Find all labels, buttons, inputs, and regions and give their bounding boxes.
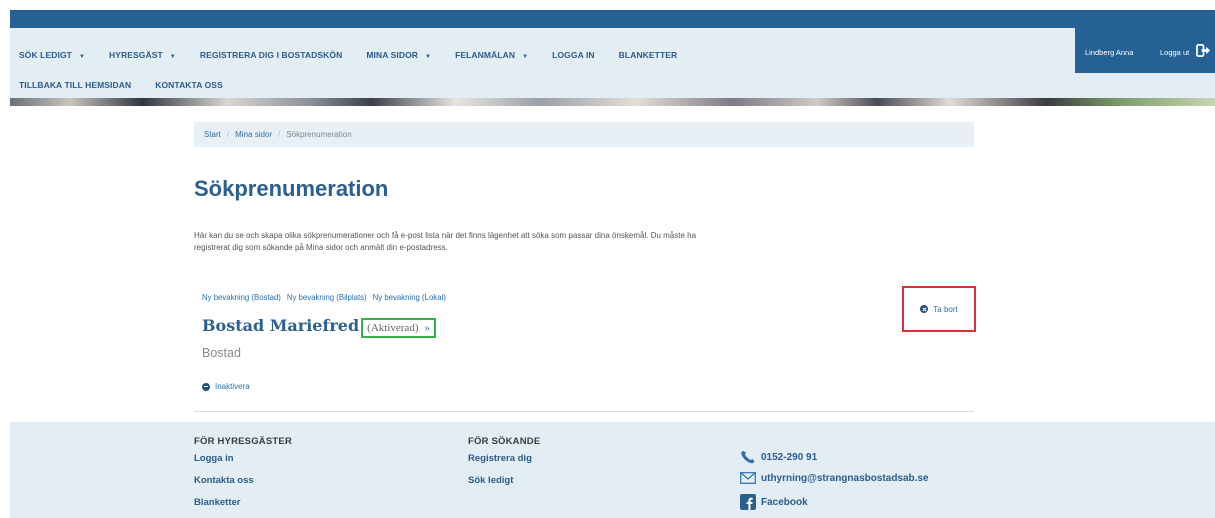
hero-image-strip <box>10 98 1215 106</box>
email-address: uthyrning@strangnasbostadsab.se <box>761 472 929 484</box>
chevron-down-icon: ▼ <box>425 54 432 60</box>
content-divider <box>194 411 974 412</box>
remove-label: Ta bort <box>933 304 958 314</box>
footer-column-tenants: FÖR HYRESGÄSTER Logga in Kontakta oss Bl… <box>194 436 293 508</box>
nav-item-sok-ledigt[interactable]: SÖK LEDIGT ▼ <box>19 50 85 60</box>
nav-item-logga-in[interactable]: LOGGA IN <box>552 50 595 60</box>
site-footer: FÖR HYRESGÄSTER Logga in Kontakta oss Bl… <box>10 422 1215 518</box>
chevron-down-icon: ▼ <box>522 54 529 60</box>
footer-facebook[interactable]: Facebook <box>740 494 808 510</box>
nav-item-felanmalan[interactable]: FELANMÄLAN ▼ <box>455 50 528 60</box>
facebook-label: Facebook <box>761 496 808 508</box>
footer-heading-tenants: FÖR HYRESGÄSTER <box>194 436 293 447</box>
nav-item-tillbaka[interactable]: TILLBAKA TILL HEMSIDAN <box>19 80 131 90</box>
logout-icon[interactable] <box>1196 43 1211 58</box>
subscription-name[interactable]: Bostad Mariefred <box>202 316 359 335</box>
phone-number: 0152-290 91 <box>761 451 818 463</box>
subscription-type: Bostad <box>202 346 241 360</box>
phone-icon <box>741 451 755 464</box>
subscription-heading: Bostad Mariefred (Aktiverad) » <box>202 316 436 338</box>
remove-circle-icon <box>920 305 929 313</box>
breadcrumb: Start / Mina sidor / Sökprenumeration <box>194 122 974 147</box>
footer-column-seekers: FÖR SÖKANDE Registrera dig Sök ledigt <box>468 436 541 486</box>
page-title: Sökprenumeration <box>194 176 389 201</box>
mail-icon <box>740 472 756 484</box>
top-brand-bar <box>10 10 1215 28</box>
nav-item-mina-sidor[interactable]: MINA SIDOR ▼ <box>366 50 431 60</box>
logout-link[interactable]: Logga ut <box>1160 48 1189 57</box>
footer-link-sok-ledigt[interactable]: Sök ledigt <box>468 475 513 486</box>
double-chevron-right-icon: » <box>424 322 430 334</box>
subscription-status-badge[interactable]: (Aktiverad) » <box>361 318 436 338</box>
new-lokal-link[interactable]: Ny bevakning (Lokal) <box>373 293 446 302</box>
nav-item-kontakta[interactable]: KONTAKTA OSS <box>155 80 223 90</box>
breadcrumb-separator: / <box>278 130 281 139</box>
remove-button[interactable]: Ta bort <box>902 286 976 332</box>
breadcrumb-start[interactable]: Start <box>204 130 221 139</box>
footer-link-kontakta-oss[interactable]: Kontakta oss <box>194 475 254 486</box>
breadcrumb-current: Sökprenumeration <box>286 130 352 139</box>
main-navigation: SÖK LEDIGT ▼ HYRESGÄST ▼ REGISTRERA DIG I … <box>10 28 1215 98</box>
chevron-down-icon: ▼ <box>78 54 85 60</box>
breadcrumb-mina-sidor[interactable]: Mina sidor <box>235 130 272 139</box>
chevron-down-icon: ▼ <box>169 54 176 60</box>
new-bilplats-link[interactable]: Ny bevakning (Bilplats) <box>287 293 367 302</box>
nav-row-secondary: TILLBAKA TILL HEMSIDAN KONTAKTA OSS <box>19 80 247 90</box>
footer-link-logga-in[interactable]: Logga in <box>194 453 234 464</box>
facebook-icon <box>740 494 756 510</box>
footer-email[interactable]: uthyrning@strangnasbostadsab.se <box>740 472 929 484</box>
footer-link-registrera[interactable]: Registrera dig <box>468 453 532 464</box>
deactivate-button[interactable]: Inaktivera <box>202 382 250 391</box>
page-intro: Här kan du se och skapa olika sökprenume… <box>194 231 697 252</box>
new-subscription-links: Ny bevakning (Bostad) Ny bevakning (Bilp… <box>202 293 446 302</box>
deactivate-label: Inaktivera <box>215 382 250 391</box>
new-bostad-link[interactable]: Ny bevakning (Bostad) <box>202 293 281 302</box>
nav-item-registrera[interactable]: REGISTRERA DIG I BOSTADSKÖN <box>200 50 343 60</box>
user-panel: Lindberg Anna Logga ut <box>1075 28 1215 73</box>
nav-item-hyresgast[interactable]: HYRESGÄST ▼ <box>109 50 176 60</box>
minus-circle-icon <box>202 382 210 391</box>
footer-link-blanketter[interactable]: Blanketter <box>194 497 240 508</box>
nav-item-blanketter[interactable]: BLANKETTER <box>619 50 678 60</box>
footer-heading-seekers: FÖR SÖKANDE <box>468 436 541 447</box>
user-name[interactable]: Lindberg Anna <box>1085 48 1133 57</box>
page-top-gap <box>0 0 1215 10</box>
subscription-status: (Aktiverad) <box>367 322 419 334</box>
breadcrumb-separator: / <box>226 130 230 139</box>
nav-row-primary: SÖK LEDIGT ▼ HYRESGÄST ▼ REGISTRERA DIG I … <box>19 50 701 60</box>
footer-phone[interactable]: 0152-290 91 <box>740 450 817 464</box>
